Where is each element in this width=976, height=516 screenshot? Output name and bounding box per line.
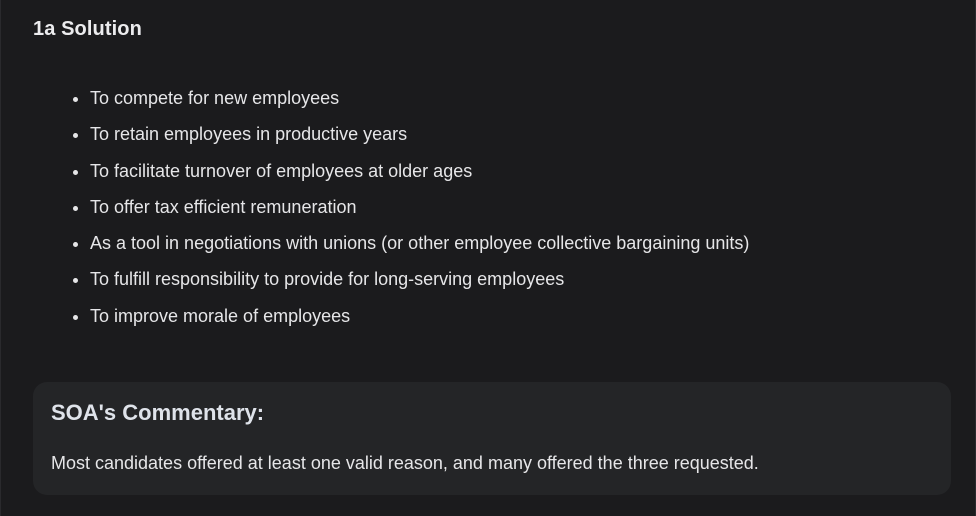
list-item: To compete for new employees (90, 80, 749, 116)
list-item: To improve morale of employees (90, 298, 749, 334)
list-item: To facilitate turnover of employees at o… (90, 153, 749, 189)
reasons-list: To compete for new employees To retain e… (90, 80, 749, 334)
list-item: To fulfill responsibility to provide for… (90, 261, 749, 297)
commentary-title: SOA's Commentary: (51, 400, 265, 425)
list-item: To offer tax efficient remuneration (90, 189, 749, 225)
commentary-panel: SOA's Commentary: Most candidates offere… (33, 382, 951, 495)
list-item: As a tool in negotiations with unions (o… (90, 225, 749, 261)
list-item: To retain employees in productive years (90, 116, 749, 152)
solution-heading: 1a Solution (33, 18, 142, 40)
commentary-text: Most candidates offered at least one val… (51, 453, 759, 473)
solution-page: 1a Solution To compete for new employees… (0, 0, 976, 516)
